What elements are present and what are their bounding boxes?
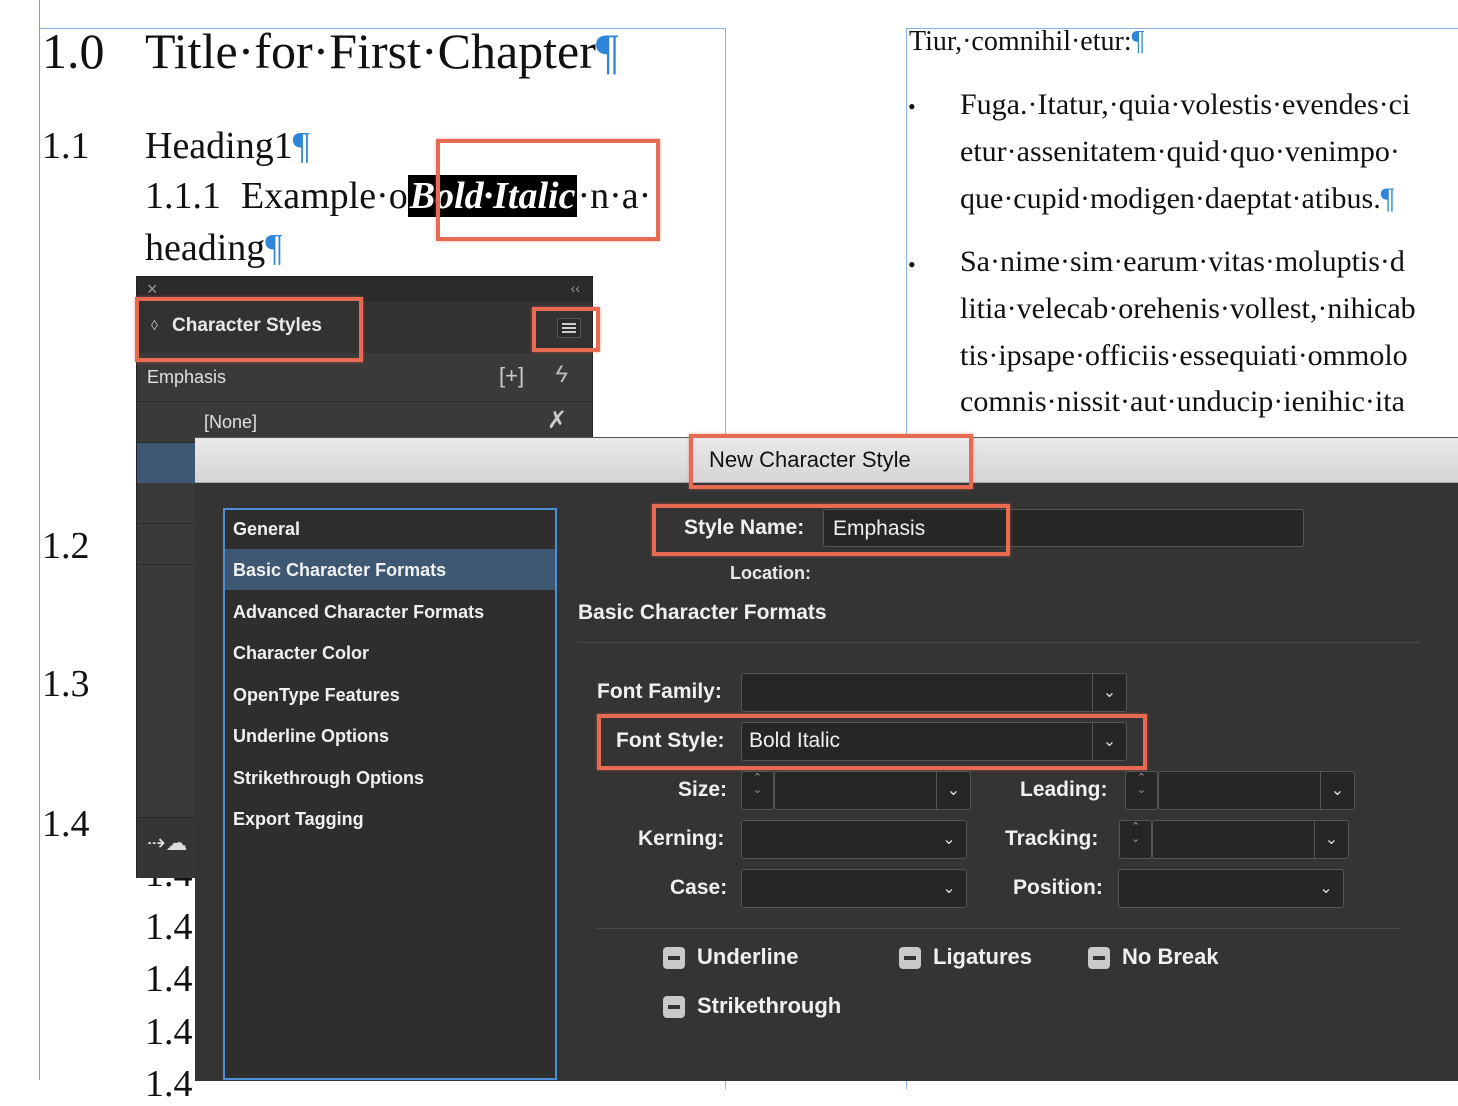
subheading-number: 1.4 (145, 1063, 193, 1105)
pilcrow-mark: ¶ (265, 227, 283, 269)
highlight-font-style (597, 714, 1147, 770)
underline-checkbox[interactable] (663, 947, 685, 969)
size-stepper[interactable]: ⌃ ⌄ (741, 771, 774, 810)
body-text: Tiur,·comnihil·etur: (909, 26, 1132, 57)
highlight-panel-menu (532, 307, 600, 352)
new-style-group-icon[interactable]: [+] (499, 363, 524, 389)
bullet2-line[interactable]: litia·velecab·orehenis·vollest,·nihicab (960, 292, 1416, 326)
heading2-line2[interactable]: heading¶ (145, 226, 283, 270)
strikethrough-label: Strikethrough (697, 993, 842, 1018)
ligatures-label: Ligatures (933, 944, 1033, 969)
sidebar-item-export-tagging[interactable]: Export Tagging (233, 809, 364, 830)
underline-label: Underline (697, 944, 799, 969)
font-family-dropdown[interactable]: ⌄ (741, 673, 1127, 712)
bullet2-line[interactable]: Sa·nime·sim·earum·vitas·moluptis·d (960, 245, 1405, 279)
ligatures-checkbox[interactable] (899, 947, 921, 969)
pilcrow-mark: ¶ (1131, 26, 1145, 57)
style-item-label: [None] (204, 412, 258, 432)
bullet1-line[interactable]: que·cupid·modigen·daeptat·atibus.¶ (960, 182, 1394, 216)
collapse-icon[interactable]: ‹‹ (571, 280, 580, 296)
clear-override-icon[interactable]: ✗ (547, 406, 567, 435)
chapter-title-text: Title·for·First·Chapter (145, 23, 596, 79)
highlight-character-styles-tab (135, 297, 363, 362)
subheading-number: 1.4 (145, 958, 193, 1000)
body-line[interactable]: Tiur,·comnihil·etur:¶ (909, 26, 1144, 58)
heading2-line2-text: heading (145, 227, 266, 269)
pilcrow-mark: ¶ (292, 125, 310, 167)
leading-label: Leading: (1020, 778, 1108, 801)
heading1-number: 1.1 (42, 125, 90, 167)
chapter-number: 1.0 (42, 23, 105, 79)
heading1-title[interactable]: Heading1¶ (145, 124, 310, 168)
chevron-down-icon[interactable]: ⌄ (1314, 821, 1348, 858)
kerning-dropdown[interactable]: ⌄ (741, 820, 967, 859)
bullet1-line[interactable]: etur·assenitatem·quid·quo·venimpo· (960, 135, 1400, 169)
leading-dropdown[interactable]: ⌄ (1158, 771, 1355, 810)
bullet2-line[interactable]: tis·ipsape·officiis·essequiati·ommolo (960, 339, 1408, 373)
case-dropdown[interactable]: ⌄ (741, 869, 967, 908)
section-divider (578, 642, 1420, 643)
heading1-text: Heading1 (145, 125, 293, 167)
pilcrow-mark: ¶ (595, 23, 619, 79)
highlight-bold-italic (436, 139, 660, 241)
chevron-down-icon[interactable]: ⌄ (932, 870, 966, 907)
dialog-sidebar[interactable]: General Basic Character Formats Advanced… (223, 508, 557, 1080)
chevron-down-icon[interactable]: ⌄ (936, 772, 970, 809)
highlight-dialog-title (689, 434, 973, 489)
size-label: Size: (678, 778, 728, 801)
bullet-dot: • (908, 252, 916, 277)
no-break-label: No Break (1122, 944, 1219, 969)
chevron-down-icon[interactable]: ⌄ (1092, 674, 1126, 711)
sidebar-item-strikethrough-options[interactable]: Strikethrough Options (233, 768, 424, 789)
bullet2-line[interactable]: comnis·nissit·aut·unducip·ienihic·ita (960, 385, 1405, 419)
bullet-dot: • (908, 94, 916, 119)
cloud-library-icon[interactable]: ⇢☁ (147, 830, 187, 856)
subheading-number: 1.4 (145, 906, 193, 948)
sidebar-item-underline-options[interactable]: Underline Options (233, 726, 389, 747)
tracking-dropdown[interactable]: ⌄ (1152, 820, 1349, 859)
tracking-label: Tracking: (1005, 827, 1099, 850)
bullet1-line[interactable]: Fuga.·Itatur,·quia·volestis·evendes·ci (960, 88, 1410, 122)
chevron-down-icon[interactable]: ⌄ (1309, 870, 1343, 907)
sidebar-item-general[interactable]: General (233, 519, 300, 540)
section-heading: Basic Character Formats (578, 601, 827, 624)
font-family-label: Font Family: (597, 680, 722, 703)
heading2-number: 1.1.1 (145, 175, 221, 217)
position-label: Position: (1013, 876, 1103, 899)
bullet1-line-text: que·cupid·modigen·daeptat·atibus. (960, 182, 1381, 215)
size-dropdown[interactable]: ⌄ (774, 771, 971, 810)
leading-stepper[interactable]: ⌃ ⌄ (1125, 771, 1158, 810)
heading-number-1-4: 1.4 (42, 803, 90, 845)
location-label: Location: (730, 563, 811, 583)
heading-number-1-2: 1.2 (42, 525, 90, 567)
sidebar-item-opentype-features[interactable]: OpenType Features (233, 685, 400, 706)
chapter-title[interactable]: Title·for·First·Chapter¶ (145, 22, 619, 80)
heading2-pre: Example·o (241, 175, 408, 217)
pilcrow-mark: ¶ (1380, 182, 1395, 215)
case-label: Case: (670, 876, 728, 899)
chevron-down-icon[interactable]: ⌄ (932, 821, 966, 858)
options-divider (597, 928, 1401, 929)
sidebar-item-advanced-character-formats[interactable]: Advanced Character Formats (233, 602, 484, 623)
lightning-icon[interactable]: ϟ (555, 361, 568, 389)
kerning-label: Kerning: (638, 827, 725, 850)
subheading-number: 1.4 (145, 1011, 193, 1053)
chevron-down-icon[interactable]: ⌄ (1320, 772, 1354, 809)
heading-number-1-3: 1.3 (42, 663, 90, 705)
tracking-stepper[interactable]: ⌃ ⌄ (1119, 820, 1152, 859)
strikethrough-checkbox[interactable] (663, 996, 685, 1018)
no-break-checkbox[interactable] (1088, 947, 1110, 969)
group-label: Emphasis (147, 367, 227, 387)
highlight-style-name (652, 504, 1010, 556)
sidebar-item-character-color[interactable]: Character Color (233, 643, 369, 664)
position-dropdown[interactable]: ⌄ (1118, 869, 1344, 908)
sidebar-item-basic-character-formats[interactable]: Basic Character Formats (233, 560, 446, 581)
